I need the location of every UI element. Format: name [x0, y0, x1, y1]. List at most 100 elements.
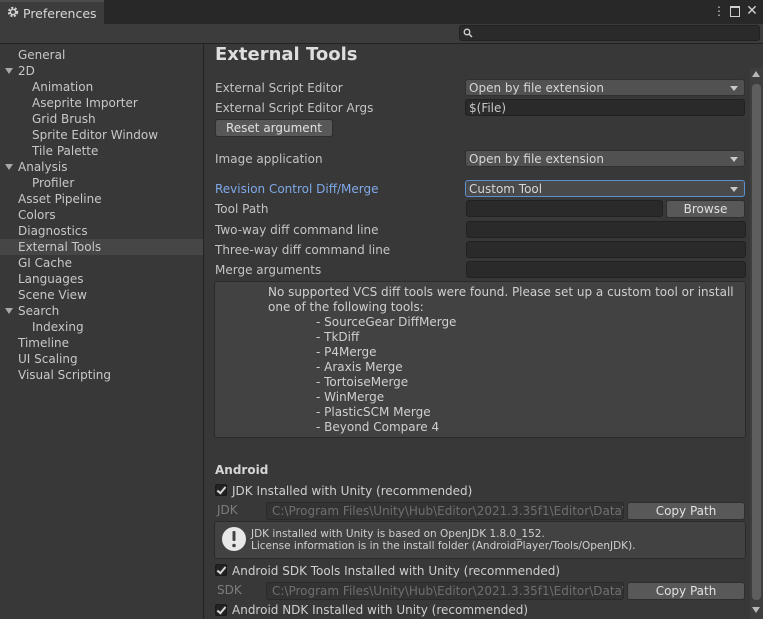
sidebar-item[interactable]: General: [0, 47, 203, 63]
sdk-label: SDK: [217, 583, 242, 597]
sidebar-item-label: Aseprite Importer: [32, 96, 138, 110]
gear-icon: [7, 6, 19, 18]
sidebar-item[interactable]: Analysis: [0, 159, 203, 175]
android-ndk-checkbox[interactable]: [215, 604, 227, 616]
jdk-label: JDK: [217, 503, 238, 517]
sidebar-item[interactable]: Visual Scripting: [0, 367, 203, 383]
sidebar-item-label: Analysis: [18, 160, 68, 174]
sidebar-item[interactable]: Sprite Editor Window: [0, 127, 203, 143]
merge-arguments-input[interactable]: [466, 261, 746, 278]
jdk-info-box: JDK installed with Unity is based on Ope…: [214, 521, 746, 559]
search-input[interactable]: [459, 25, 760, 41]
args-value: $(File): [469, 101, 507, 115]
sdk-path-field[interactable]: C:\Program Files\Unity\Hub\Editor\2021.3…: [266, 582, 624, 600]
vcs-tool-item: - TortoiseMerge: [316, 375, 409, 389]
sidebar-item-label: Visual Scripting: [18, 368, 111, 382]
jdk-info-message: JDK installed with Unity is based on Ope…: [251, 528, 731, 552]
tool-path-input[interactable]: [466, 200, 663, 217]
sidebar-item[interactable]: Profiler: [0, 175, 203, 191]
sidebar-item[interactable]: Scene View: [0, 287, 203, 303]
jdk-checkbox[interactable]: [215, 484, 227, 496]
scroll-down-arrow-icon[interactable]: [752, 607, 760, 613]
dropdown-value: Open by file extension: [469, 81, 604, 95]
chevron-down-icon: [730, 86, 738, 91]
jdk-path-value: C:\Program Files\Unity\Hub\Editor\2021.3…: [272, 504, 624, 518]
sidebar-item[interactable]: Tile Palette: [0, 143, 203, 159]
image-application-dropdown[interactable]: Open by file extension: [465, 150, 745, 167]
external-script-editor-dropdown[interactable]: Open by file extension: [465, 79, 745, 96]
copy-jdk-path-button[interactable]: Copy Path: [627, 502, 745, 520]
three-way-diff-input[interactable]: [466, 241, 746, 258]
vcs-tool-item: - WinMerge: [316, 390, 385, 404]
jdk-checkbox-label: JDK Installed with Unity (recommended): [232, 484, 473, 498]
sidebar-item-label: Diagnostics: [18, 224, 88, 238]
sidebar-item-label: Languages: [18, 272, 84, 286]
sidebar-item-label: Timeline: [18, 336, 70, 350]
sidebar-item-label: Search: [18, 304, 60, 318]
kebab-menu-icon[interactable]: ⋮: [711, 3, 727, 19]
sidebar-item[interactable]: Asset Pipeline: [0, 191, 203, 207]
sidebar-item[interactable]: Animation: [0, 79, 203, 95]
revision-control-dropdown[interactable]: Custom Tool: [465, 180, 745, 197]
sidebar-item-label: Profiler: [32, 176, 75, 190]
search-icon: [463, 28, 473, 38]
sidebar-item[interactable]: UI Scaling: [0, 351, 203, 367]
android-sdk-checkbox[interactable]: [215, 564, 227, 576]
chevron-down-icon: [730, 157, 738, 162]
merge-arguments-label: Merge arguments: [215, 263, 322, 277]
vcs-tool-item: - PlasticSCM Merge: [316, 405, 431, 419]
android-sdk-checkbox-label: Android SDK Tools Installed with Unity (…: [232, 564, 561, 578]
jdk-info-line-1: JDK installed with Unity is based on Ope…: [251, 528, 545, 540]
scrollbar-thumb[interactable]: [752, 84, 761, 600]
revision-control-label: Revision Control Diff/Merge: [215, 182, 379, 196]
copy-sdk-path-button[interactable]: Copy Path: [627, 582, 745, 600]
chevron-down-icon: [730, 187, 738, 192]
scroll-up-arrow-icon[interactable]: [752, 71, 760, 77]
expand-triangle-icon[interactable]: [5, 308, 13, 314]
info-icon: [222, 527, 246, 551]
preferences-toolbar: [0, 24, 763, 44]
reset-argument-button[interactable]: Reset argument: [215, 119, 333, 137]
sidebar-item[interactable]: Colors: [0, 207, 203, 223]
sidebar-item[interactable]: Indexing: [0, 319, 203, 335]
external-script-editor-args-input[interactable]: $(File): [465, 99, 745, 116]
sidebar-item[interactable]: Aseprite Importer: [0, 95, 203, 111]
vcs-tool-item: - P4Merge: [316, 345, 377, 359]
expand-triangle-icon[interactable]: [5, 68, 13, 74]
browse-button[interactable]: Browse: [666, 200, 745, 218]
image-application-label: Image application: [215, 152, 323, 166]
tool-path-label: Tool Path: [215, 202, 269, 216]
help-message: No supported VCS diff tools were found. …: [268, 285, 734, 314]
vcs-tool-item: - SourceGear DiffMerge: [316, 315, 457, 329]
android-section-title: Android: [215, 463, 269, 477]
sidebar-item-label: Sprite Editor Window: [32, 128, 159, 142]
two-way-diff-label: Two-way diff command line: [215, 223, 379, 237]
vcs-tool-item: - Beyond Compare 4: [316, 420, 440, 434]
sidebar-item-label: Colors: [18, 208, 56, 222]
page-title: External Tools: [215, 44, 358, 65]
three-way-diff-label: Three-way diff command line: [215, 243, 391, 257]
sidebar-item[interactable]: External Tools: [0, 239, 203, 255]
sidebar-item[interactable]: Grid Brush: [0, 111, 203, 127]
sidebar-item-label: Indexing: [32, 320, 84, 334]
preferences-tab[interactable]: Preferences: [0, 0, 104, 24]
vcs-help-box: No supported VCS diff tools were found. …: [214, 281, 746, 438]
sidebar-item[interactable]: Search: [0, 303, 203, 319]
jdk-path-field[interactable]: C:\Program Files\Unity\Hub\Editor\2021.3…: [266, 502, 624, 520]
sidebar-item-label: External Tools: [18, 240, 102, 254]
close-icon[interactable]: ✕: [744, 3, 760, 19]
sidebar-item[interactable]: Timeline: [0, 335, 203, 351]
sidebar-item[interactable]: Diagnostics: [0, 223, 203, 239]
sidebar-item[interactable]: Languages: [0, 271, 203, 287]
tab-title: Preferences: [23, 6, 97, 21]
jdk-info-line-2: License information is in the install fo…: [251, 540, 636, 552]
sidebar-item[interactable]: GI Cache: [0, 255, 203, 271]
sidebar-item[interactable]: 2D: [0, 63, 203, 79]
expand-triangle-icon[interactable]: [5, 164, 13, 170]
vcs-tool-item: - Araxis Merge: [316, 360, 403, 374]
sidebar-item-label: GI Cache: [18, 256, 72, 270]
two-way-diff-input[interactable]: [466, 221, 746, 238]
vcs-tool-item: - TkDiff: [316, 330, 360, 344]
android-ndk-checkbox-label: Android NDK Installed with Unity (recomm…: [232, 603, 529, 617]
maximize-icon[interactable]: [727, 3, 743, 19]
